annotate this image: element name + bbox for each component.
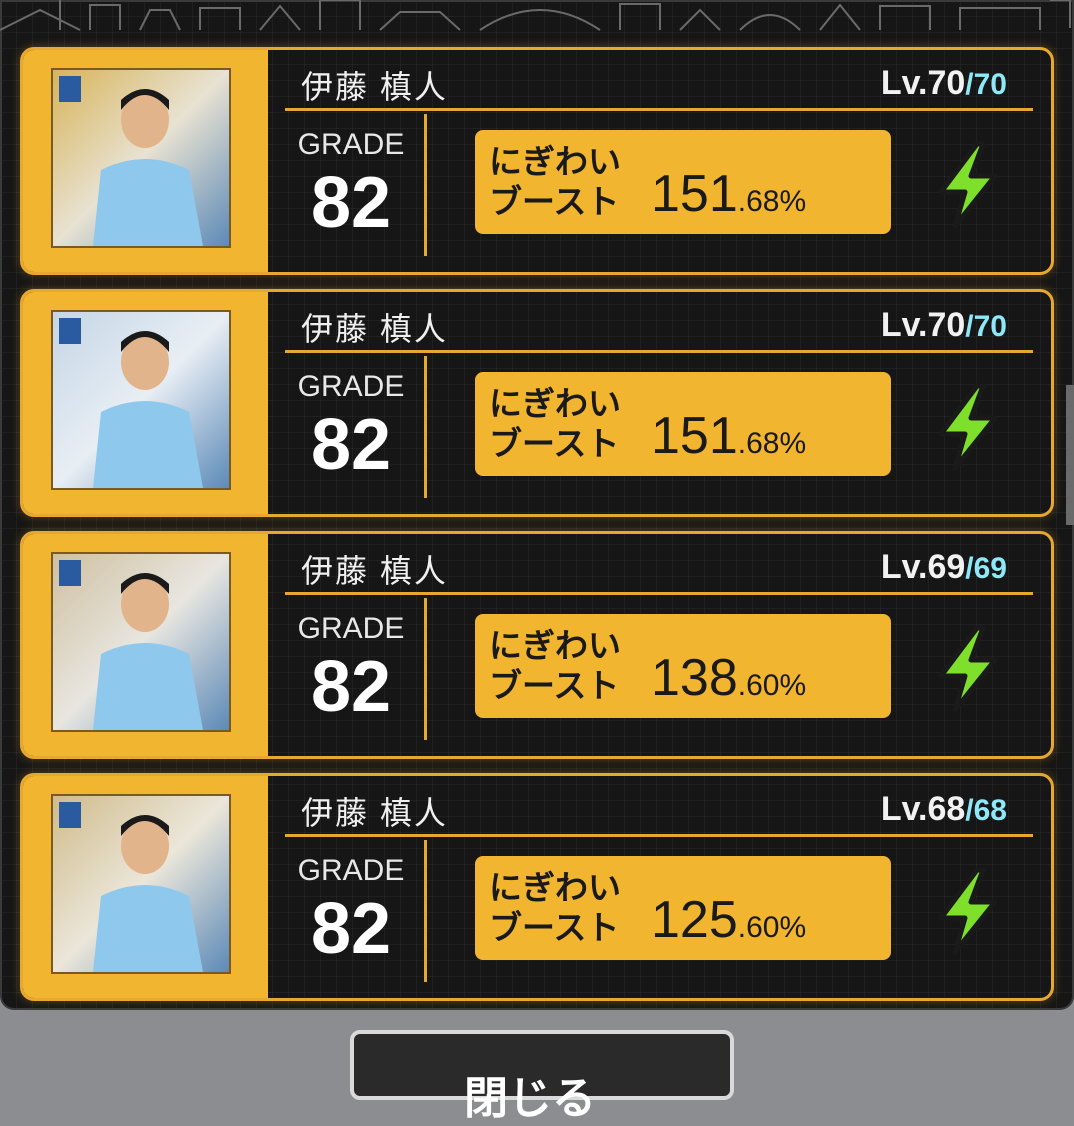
- grade-label: GRADE: [297, 128, 405, 161]
- close-button[interactable]: 閉じる: [350, 1030, 734, 1123]
- player-card[interactable]: 伊藤 槙人 Lv.70/70 GRADE 82 にぎわい ブースト 151.68…: [20, 47, 1054, 275]
- grade-value: 82: [310, 163, 392, 243]
- divider-horizontal: [285, 834, 1033, 837]
- scrollbar-thumb[interactable]: [1066, 385, 1074, 525]
- card-photo-frame: [23, 534, 268, 756]
- boost-value-dec: .68%: [737, 185, 807, 218]
- divider-vertical: [424, 598, 427, 740]
- level-max: /70: [965, 68, 1007, 101]
- player-name: 伊藤 槙人: [301, 311, 448, 347]
- grade-label: GRADE: [297, 854, 405, 887]
- boost-label-line1: にぎわい: [489, 869, 621, 906]
- player-level: Lv.70/70: [881, 64, 1007, 103]
- boost-value-int: 138: [651, 649, 738, 707]
- city-skyline-decoration: [0, 0, 1071, 31]
- card-photo-frame: [23, 292, 268, 514]
- boost-label-line2: ブースト: [489, 183, 620, 220]
- boost-box: にぎわい ブースト 151.68%: [475, 130, 891, 234]
- boost-label: にぎわい ブースト: [489, 142, 621, 222]
- player-name: 伊藤 槙人: [301, 795, 448, 831]
- player-photo: [51, 68, 231, 248]
- grade-label: GRADE: [297, 370, 405, 403]
- divider-horizontal: [285, 108, 1033, 111]
- boost-value-int: 125: [651, 891, 738, 949]
- player-level: Lv.69/69: [881, 548, 1007, 587]
- lightning-bolt-icon: [938, 141, 998, 229]
- divider-vertical: [424, 840, 427, 982]
- boost-value-dec: .68%: [737, 427, 807, 460]
- grade-value: 82: [310, 889, 392, 969]
- grade-label: GRADE: [297, 612, 405, 645]
- boost-label: にぎわい ブースト: [489, 868, 621, 948]
- close-button-label: 閉じる: [464, 1074, 596, 1123]
- level-current: Lv.70: [880, 64, 966, 102]
- boost-box: にぎわい ブースト 138.60%: [475, 614, 891, 718]
- lightning-bolt-icon: [938, 625, 998, 713]
- boost-value-int: 151: [651, 165, 738, 223]
- lightning-bolt-icon: [938, 383, 998, 471]
- player-photo: [51, 310, 231, 490]
- boost-value-dec: .60%: [737, 669, 807, 702]
- boost-label-line2: ブースト: [489, 425, 620, 462]
- player-name: 伊藤 槙人: [301, 69, 448, 105]
- boost-label: にぎわい ブースト: [489, 626, 621, 706]
- level-current: Lv.70: [880, 306, 966, 344]
- player-card[interactable]: 伊藤 槙人 Lv.69/69 GRADE 82 にぎわい ブースト 138.60…: [20, 531, 1054, 759]
- player-level: Lv.68/68: [881, 790, 1007, 829]
- grade-value: 82: [310, 647, 392, 727]
- divider-horizontal: [285, 350, 1033, 353]
- boost-value-dec: .60%: [737, 911, 807, 944]
- boost-box: にぎわい ブースト 125.60%: [475, 856, 891, 960]
- boost-value-int: 151: [651, 407, 738, 465]
- level-max: /69: [965, 552, 1007, 585]
- level-max: /70: [965, 310, 1007, 343]
- boost-value: 138.60%: [651, 648, 806, 708]
- boost-label-line2: ブースト: [489, 667, 620, 704]
- player-name: 伊藤 槙人: [301, 553, 448, 589]
- boost-value: 125.60%: [651, 890, 806, 950]
- grade-value: 82: [310, 405, 392, 485]
- boost-box: にぎわい ブースト 151.68%: [475, 372, 891, 476]
- player-level: Lv.70/70: [881, 306, 1007, 345]
- divider-horizontal: [285, 592, 1033, 595]
- boost-value: 151.68%: [651, 164, 806, 224]
- card-photo-frame: [23, 776, 268, 998]
- boost-label-line1: にぎわい: [489, 385, 621, 422]
- boost-label-line1: にぎわい: [489, 143, 621, 180]
- divider-vertical: [424, 114, 427, 256]
- player-photo: [51, 552, 231, 732]
- level-max: /68: [965, 794, 1007, 827]
- boost-label-line2: ブースト: [489, 909, 620, 946]
- card-photo-frame: [23, 50, 268, 272]
- player-card[interactable]: 伊藤 槙人 Lv.70/70 GRADE 82 にぎわい ブースト 151.68…: [20, 289, 1054, 517]
- boost-label-line1: にぎわい: [489, 627, 621, 664]
- boost-label: にぎわい ブースト: [489, 384, 621, 464]
- level-current: Lv.68: [880, 790, 966, 828]
- lightning-bolt-icon: [938, 867, 998, 955]
- player-card[interactable]: 伊藤 槙人 Lv.68/68 GRADE 82 にぎわい ブースト 125.60…: [20, 773, 1054, 1001]
- player-photo: [51, 794, 231, 974]
- boost-value: 151.68%: [651, 406, 806, 466]
- level-current: Lv.69: [880, 548, 966, 586]
- divider-vertical: [424, 356, 427, 498]
